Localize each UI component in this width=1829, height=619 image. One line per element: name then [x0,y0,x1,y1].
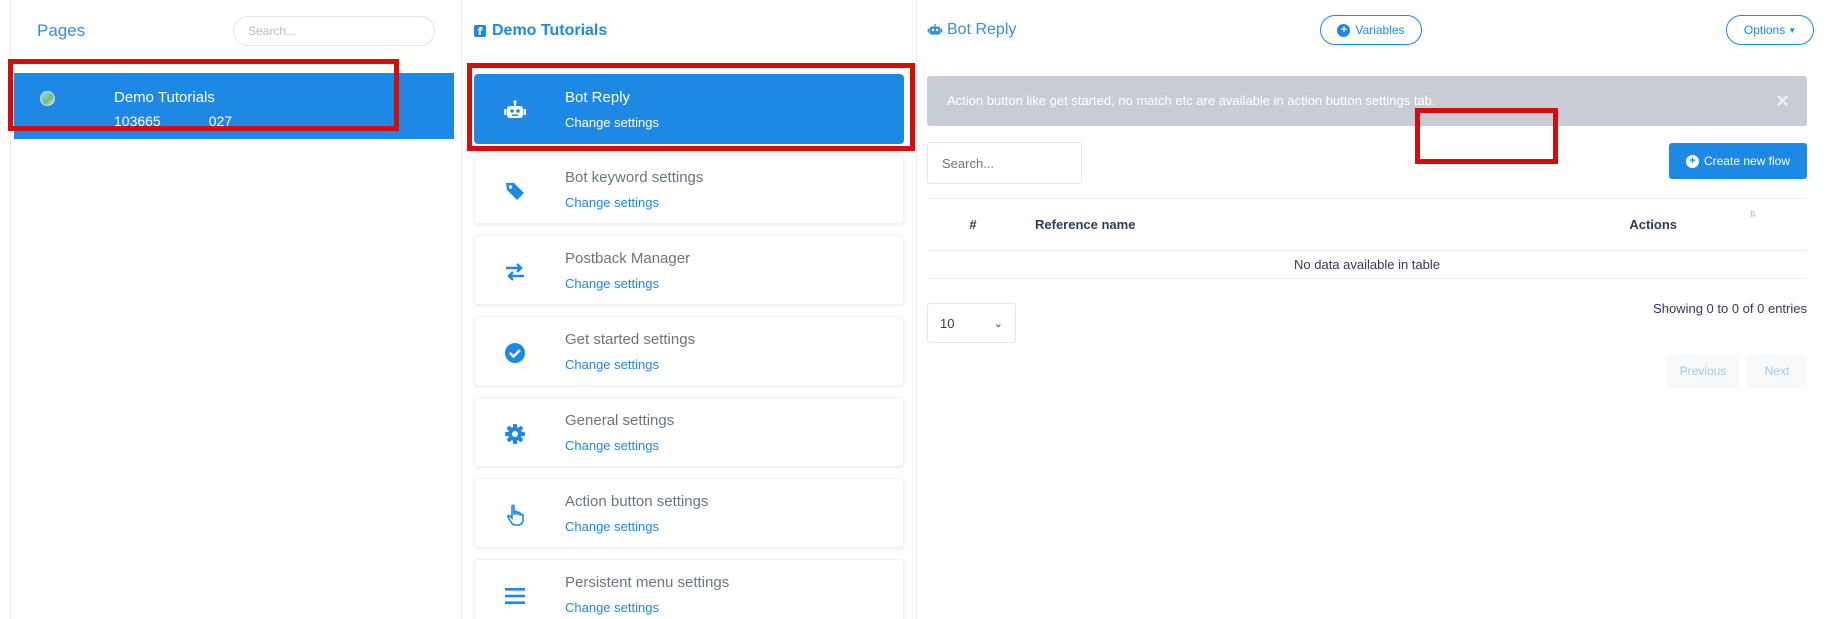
page-avatar [40,91,55,106]
table-row: No data available in table [927,250,1807,279]
sort-icon: ⇅ [1749,209,1757,219]
setting-title: Postback Manager [565,250,691,267]
setting-title: Action button settings [565,493,709,510]
page-item-demo-tutorials[interactable]: Demo Tutorials 103665 027 [14,73,454,139]
redacted-block [160,115,209,130]
setting-title: Bot keyword settings [565,169,704,186]
setting-title: General settings [565,412,675,429]
col-header-actions[interactable]: ⇅ Actions [1219,198,1807,251]
facebook-icon: f [474,25,486,38]
main-panel: Bot Reply + Variables Options ▼ Action b… [917,0,1817,619]
variables-label: Variables [1355,23,1405,37]
setting-card-bot-reply[interactable]: Bot Reply Change settings [474,74,904,144]
pages-search-input[interactable] [233,16,435,46]
col-header-index[interactable]: # [927,198,1019,251]
main-title: Bot Reply [947,21,1017,38]
table-header-row: # Reference name ⇅ Actions [927,198,1807,251]
setting-link[interactable]: Change settings [565,195,659,210]
page-length-value: 10 [940,315,955,331]
create-label: Create new flow [1703,154,1791,168]
pages-panel: Pages Demo Tutorials 103665027 [10,0,462,619]
variables-button[interactable]: + Variables [1320,15,1422,45]
setting-title: Get started settings [565,331,696,348]
robot-icon [504,100,526,118]
col-header-reference-name[interactable]: Reference name [1019,198,1219,251]
flows-table: # Reference name ⇅ Actions No data availa… [927,198,1807,279]
robot-icon [927,24,943,35]
tag-icon [506,183,524,200]
empty-table-text: No data available in table [927,250,1807,279]
settings-page-title: Demo Tutorials [492,22,608,39]
setting-link[interactable]: Change settings [565,519,659,534]
close-icon[interactable]: × [1776,88,1789,114]
flow-search-input[interactable] [927,142,1082,184]
entries-info: Showing 0 to 0 of 0 entries [1653,301,1807,316]
page-length-select[interactable]: 10 ⌄ [927,303,1016,343]
setting-card-bot-keyword[interactable]: Bot keyword settings Change settings [474,154,904,224]
plus-circle-icon: + [1685,154,1699,168]
options-label: Options [1743,23,1786,37]
pages-title: Pages [37,21,86,40]
plus-circle-icon: + [1337,23,1351,37]
chevron-down-icon: ⌄ [993,317,1003,330]
setting-card-postback[interactable]: Postback Manager Change settings [474,235,904,305]
page-name: Demo Tutorials [114,89,215,106]
bars-icon [505,588,525,604]
caret-down-icon: ▼ [1788,25,1797,35]
settings-header: f Demo Tutorials [462,0,916,62]
pages-header: Pages [11,0,461,62]
main-header: Bot Reply + Variables Options ▼ [917,0,1817,62]
next-page-button[interactable]: Next [1747,354,1807,388]
settings-panel: f Demo Tutorials Bot Reply Change settin… [462,0,917,619]
page-id: 103665 027 [114,113,233,130]
setting-card-action-button[interactable]: Action button settings Change settings [474,478,904,548]
info-alert: Action button like get started, no match… [927,76,1807,126]
hand-pointer-icon [506,504,524,526]
setting-link[interactable]: Change settings [565,438,659,453]
check-circle-icon [505,343,525,363]
setting-link[interactable]: Change settings [565,115,659,130]
setting-title: Bot Reply [565,89,631,106]
alert-text: Action button like get started, no match… [947,93,1436,108]
create-new-flow-button[interactable]: + Create new flow [1669,143,1807,179]
setting-card-get-started[interactable]: Get started settings Change settings [474,316,904,386]
setting-link[interactable]: Change settings [565,357,659,372]
setting-link[interactable]: Change settings [565,276,659,291]
options-button[interactable]: Options ▼ [1726,15,1814,45]
setting-card-general[interactable]: General settings Change settings [474,397,904,467]
previous-page-button[interactable]: Previous [1667,354,1739,388]
exchange-icon [506,263,524,281]
setting-title: Persistent menu settings [565,574,730,591]
setting-link[interactable]: Change settings [565,600,659,615]
setting-card-persistent-menu[interactable]: Persistent menu settings Change settings [474,559,904,619]
gear-icon [505,424,525,444]
